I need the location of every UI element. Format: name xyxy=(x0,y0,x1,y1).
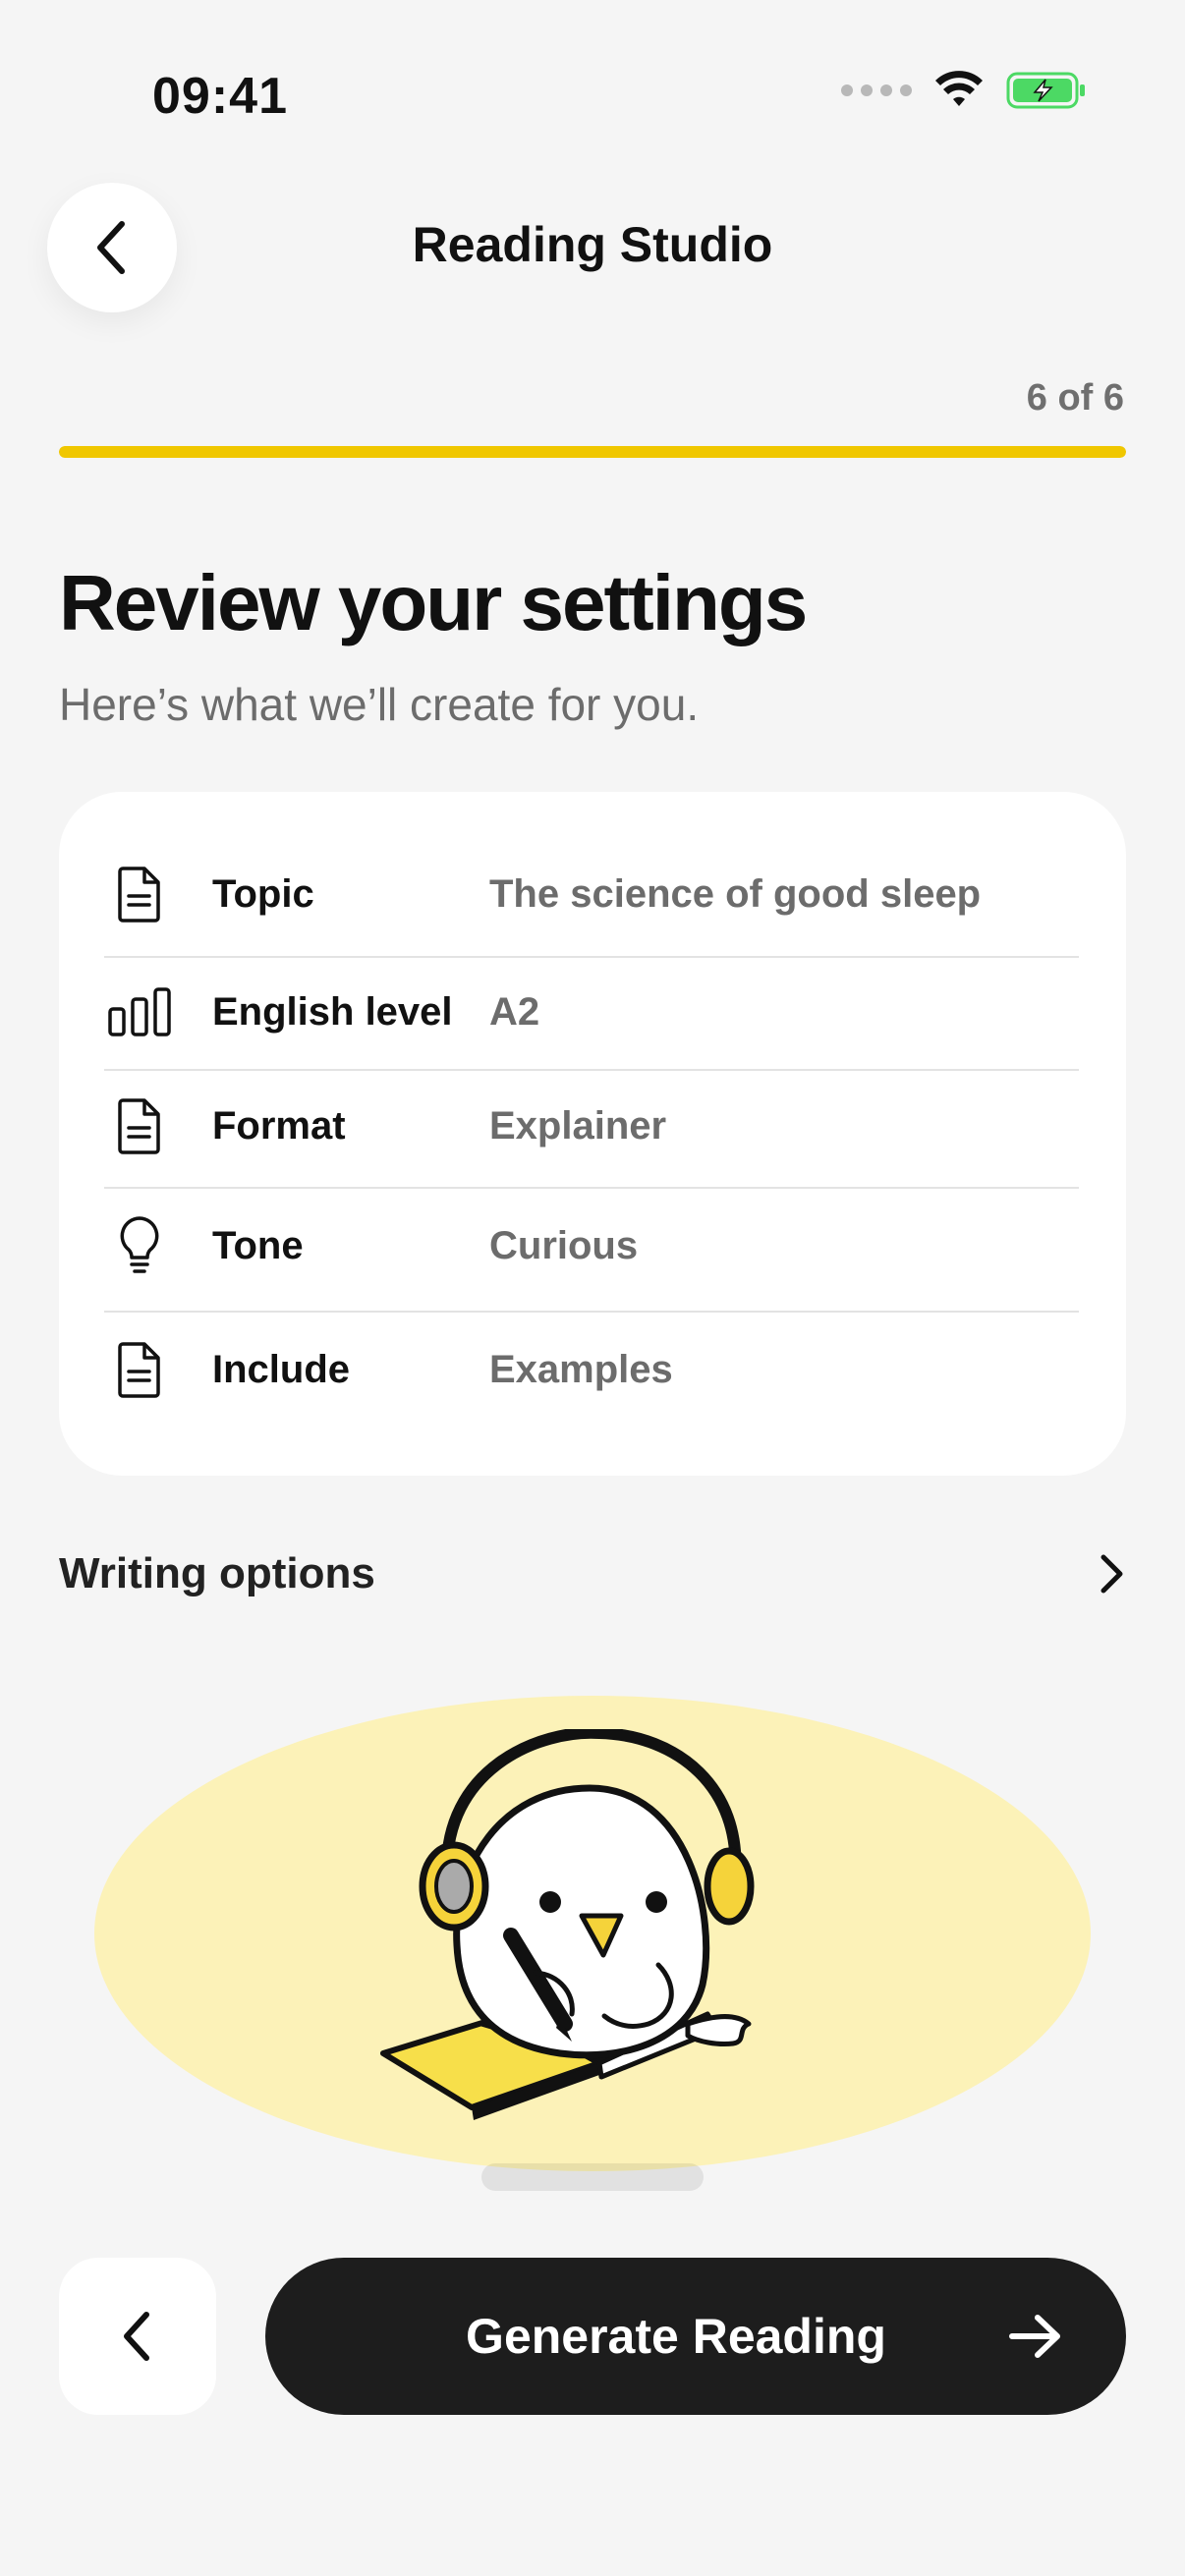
setting-value: The science of good sleep xyxy=(489,871,982,916)
divider xyxy=(104,1187,1079,1189)
arrow-right-icon xyxy=(1009,2315,1060,2358)
step-counter: 6 of 6 xyxy=(1026,377,1124,419)
generate-reading-label: Generate Reading xyxy=(466,2309,886,2364)
setting-label: Include xyxy=(212,1347,351,1391)
settings-row-topic: Topic The science of good sleep xyxy=(104,847,1079,941)
settings-row-include: Include Examples xyxy=(104,1318,1079,1421)
bird-mascot-with-headphones-writing-icon xyxy=(380,1729,755,2120)
footer-back-button[interactable] xyxy=(59,2258,216,2415)
progress-fill xyxy=(59,446,1126,458)
writing-options-label: Writing options xyxy=(59,1549,375,1597)
settings-row-tone: Tone Curious xyxy=(104,1195,1079,1297)
document-icon xyxy=(104,1334,175,1405)
setting-value: Examples xyxy=(489,1347,673,1391)
divider xyxy=(104,1069,1079,1071)
page-title: Review your settings xyxy=(59,559,808,646)
setting-label: Tone xyxy=(212,1223,304,1267)
writing-options-row[interactable]: Writing options xyxy=(59,1533,1126,1615)
setting-label: English level xyxy=(212,989,453,1034)
setting-value: Curious xyxy=(489,1223,639,1267)
header-title: Reading Studio xyxy=(412,217,773,272)
document-icon xyxy=(104,1091,175,1161)
setting-label: Format xyxy=(212,1103,346,1148)
generate-reading-button[interactable]: Generate Reading xyxy=(265,2258,1126,2415)
reading-studio-screen: 09:41 Reading Studio 6 of 6 Review your … xyxy=(0,0,1185,2576)
setting-label: Topic xyxy=(212,871,314,916)
setting-value: A2 xyxy=(489,989,540,1034)
settings-summary-card: Topic The science of good sleep English … xyxy=(59,792,1126,1476)
wifi-icon xyxy=(935,71,983,106)
settings-row-english-level: English level A2 xyxy=(104,965,1079,1059)
battery-charging-icon xyxy=(1006,72,1085,109)
setting-value: Explainer xyxy=(489,1103,667,1148)
document-icon xyxy=(104,859,175,929)
status-icons xyxy=(841,71,1087,110)
settings-row-format: Format Explainer xyxy=(104,1075,1079,1177)
status-time: 09:41 xyxy=(152,68,288,125)
chevron-left-icon xyxy=(124,2312,149,2361)
illustration-shadow xyxy=(481,2163,704,2191)
progress-bar xyxy=(59,446,1126,458)
chevron-right-icon xyxy=(1100,1554,1123,1594)
divider xyxy=(104,956,1079,958)
divider xyxy=(104,1311,1079,1313)
page-subtitle: Here’s what we’ll create for you. xyxy=(59,679,700,730)
signal-dots-icon xyxy=(841,84,912,96)
lightbulb-icon xyxy=(104,1210,175,1281)
bar-chart-icon xyxy=(104,977,175,1047)
